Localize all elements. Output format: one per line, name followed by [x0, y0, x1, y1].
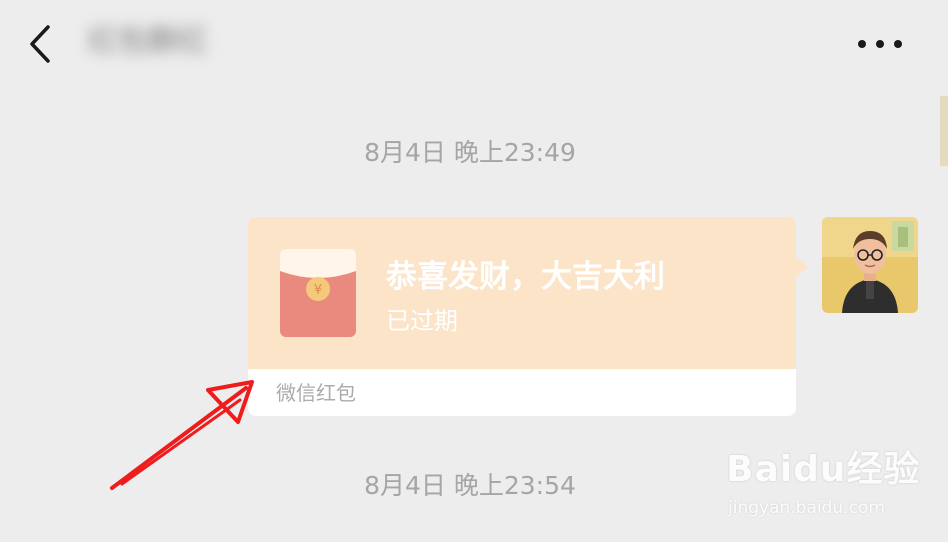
- more-horizontal-icon: [858, 40, 866, 48]
- red-envelope-icon: ¥: [280, 249, 356, 337]
- red-arrow-annotation: [110, 380, 254, 490]
- avatar-image: [822, 217, 918, 313]
- edge-strip: [940, 96, 948, 166]
- message-timestamp: 8月4日 晚上23:49: [364, 138, 576, 167]
- chat-title: 红包群红: [88, 24, 208, 59]
- chat-header: 红包群红: [0, 0, 948, 96]
- red-packet-source: 微信红包: [276, 381, 356, 405]
- avatar[interactable]: [822, 217, 918, 313]
- bubble-tail: [794, 255, 808, 279]
- red-packet-title: 恭喜发财，大吉大利: [386, 259, 665, 295]
- more-options-button[interactable]: [850, 24, 910, 64]
- back-button[interactable]: [22, 22, 62, 66]
- currency-symbol: ¥: [314, 283, 322, 298]
- red-packet-footer: 微信红包: [248, 369, 796, 416]
- more-dot: [876, 40, 884, 48]
- baidu-watermark: Baidu经验 jingyan.baidu.com: [726, 440, 926, 526]
- more-dot: [894, 40, 902, 48]
- watermark-brand: Baidu经验: [726, 449, 921, 490]
- watermark-url: jingyan.baidu.com: [728, 498, 885, 518]
- red-packet-message[interactable]: ¥ 恭喜发财，大吉大利 已过期 微信红包: [248, 217, 808, 416]
- chevron-left-icon: [30, 25, 50, 63]
- red-packet-status: 已过期: [386, 307, 458, 335]
- red-packet-body[interactable]: ¥ 恭喜发财，大吉大利 已过期: [248, 217, 796, 369]
